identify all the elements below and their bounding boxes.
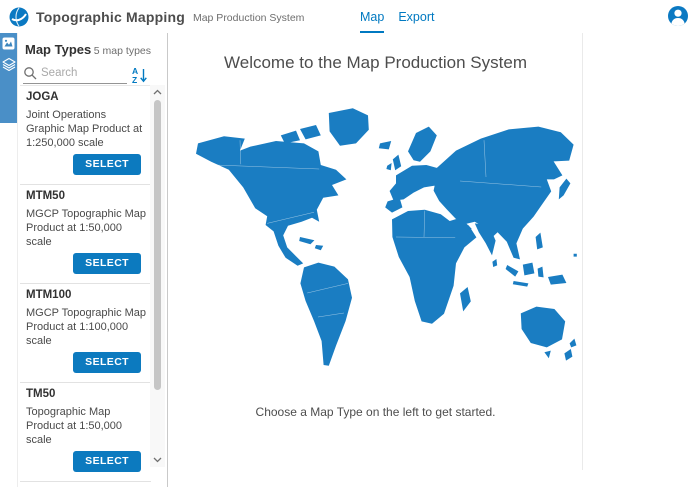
select-button-tm50[interactable]: SELECT: [73, 451, 141, 472]
select-button-mtm50[interactable]: SELECT: [73, 253, 141, 274]
widget-toolbar-active-area: [0, 33, 17, 123]
nav-tab-export[interactable]: Export: [398, 0, 434, 33]
world-map-svg: [180, 105, 580, 393]
main-content: Welcome to the Map Production System Cho…: [169, 33, 699, 487]
map-type-item-tm100: TM100: [20, 482, 151, 487]
map-widget-icon[interactable]: [2, 36, 16, 50]
map-type-name: MTM50: [26, 190, 147, 202]
panel-divider: [582, 33, 583, 470]
search-row: A Z: [18, 57, 167, 84]
map-types-panel: Map Types 5 map types A Z: [18, 33, 168, 487]
search-input[interactable]: [41, 67, 123, 79]
top-nav: Map Export: [360, 0, 434, 33]
chevron-down-icon[interactable]: [153, 457, 162, 463]
widget-toolbar: [0, 33, 18, 487]
search-field[interactable]: [23, 66, 127, 84]
world-landmasses: [196, 108, 577, 366]
chevron-up-icon[interactable]: [153, 89, 162, 95]
map-type-list: JOGA Joint Operations Graphic Map Produc…: [20, 85, 151, 487]
map-type-name: JOGA: [26, 91, 147, 103]
panel-header: Map Types 5 map types: [18, 33, 167, 57]
map-type-description: Joint Operations Graphic Map Product at …: [26, 108, 147, 150]
sidebar-scrollbar[interactable]: [150, 85, 165, 467]
search-icon: [23, 66, 37, 80]
map-type-description: Topographic Map Product at 1:50,000 scal…: [26, 405, 147, 447]
app-subtitle: Map Production System: [193, 10, 304, 24]
map-type-item-mtm50: MTM50 MGCP Topographic Map Product at 1:…: [20, 185, 151, 284]
globe-icon: [9, 7, 29, 27]
app-header: Topographic Mapping Map Production Syste…: [0, 0, 699, 33]
map-type-item-joga: JOGA Joint Operations Graphic Map Produc…: [20, 86, 151, 185]
scrollbar-thumb[interactable]: [154, 100, 161, 390]
map-type-item-mtm100: MTM100 MGCP Topographic Map Product at 1…: [20, 284, 151, 383]
select-button-mtm100[interactable]: SELECT: [73, 352, 141, 373]
map-type-count: 5 map types: [94, 45, 151, 57]
panel-title: Map Types: [25, 42, 91, 57]
map-type-name: MTM100: [26, 289, 147, 301]
map-type-name: TM50: [26, 388, 147, 400]
app-title: Topographic Mapping: [36, 9, 185, 25]
sort-alpha-down-icon[interactable]: A Z: [131, 66, 148, 84]
select-button-joga[interactable]: SELECT: [73, 154, 141, 175]
layers-icon[interactable]: [2, 57, 16, 71]
map-type-item-tm50: TM50 Topographic Map Product at 1:50,000…: [20, 383, 151, 482]
map-type-description: MGCP Topographic Map Product at 1:100,00…: [26, 306, 147, 348]
nav-tab-map[interactable]: Map: [360, 0, 384, 33]
app-window: Topographic Mapping Map Production Syste…: [0, 0, 699, 487]
user-avatar-icon[interactable]: [667, 5, 689, 27]
svg-text:Z: Z: [132, 75, 137, 84]
world-map-graphic: [180, 105, 580, 393]
instruction-text: Choose a Map Type on the left to get sta…: [169, 405, 582, 419]
welcome-title: Welcome to the Map Production System: [169, 53, 582, 73]
map-type-description: MGCP Topographic Map Product at 1:50,000…: [26, 207, 147, 249]
